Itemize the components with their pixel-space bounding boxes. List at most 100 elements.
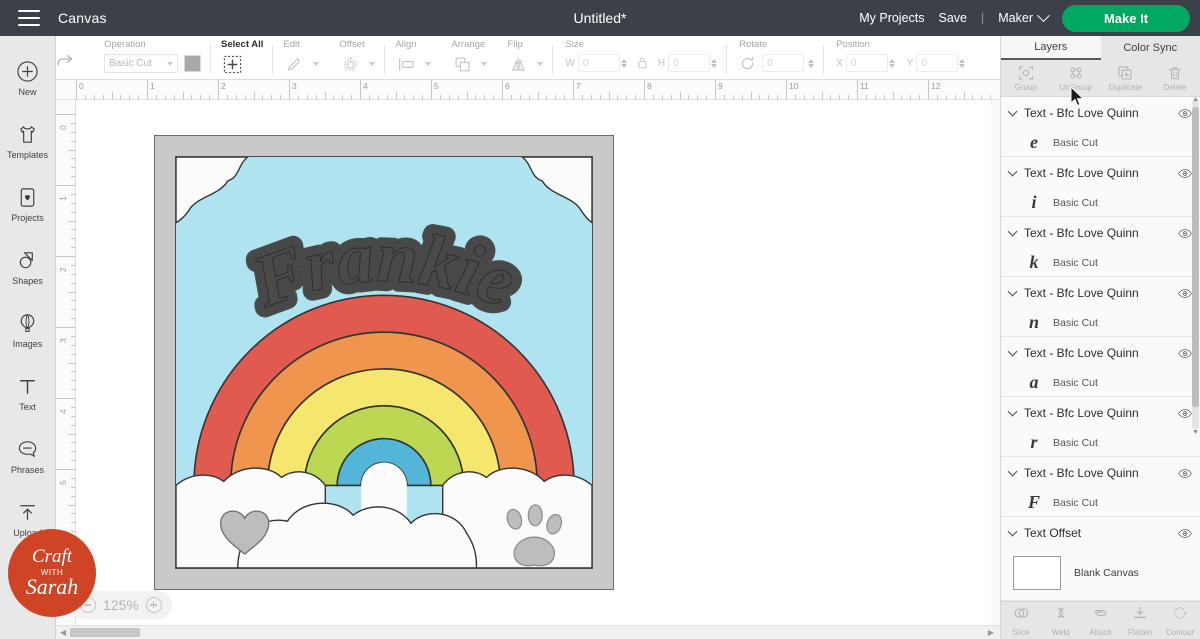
attach-button[interactable]: Attach bbox=[1081, 602, 1121, 639]
layer-row[interactable]: Text Offset bbox=[1001, 517, 1200, 545]
chevron-down-icon[interactable] bbox=[369, 62, 375, 66]
edit-button[interactable] bbox=[283, 54, 305, 74]
tab-color-sync[interactable]: Color Sync bbox=[1101, 36, 1200, 60]
arrange-button[interactable] bbox=[451, 54, 473, 74]
layer-group[interactable]: Text - Bfc Love QuinnFBasic Cut bbox=[1001, 457, 1200, 517]
layer-child-row[interactable]: rBasic Cut bbox=[1001, 429, 1200, 456]
layer-child-row[interactable]: kBasic Cut bbox=[1001, 249, 1200, 276]
visibility-eye-icon[interactable] bbox=[1178, 528, 1192, 539]
layer-group[interactable]: Text - Bfc Love QuinnnBasic Cut bbox=[1001, 277, 1200, 337]
scrollbar-thumb[interactable] bbox=[70, 628, 140, 637]
visibility-eye-icon[interactable] bbox=[1178, 228, 1192, 239]
size-width-stepper[interactable] bbox=[621, 59, 627, 68]
visibility-eye-icon[interactable] bbox=[1178, 168, 1192, 179]
machine-selector[interactable]: Maker bbox=[998, 11, 1048, 25]
hamburger-icon[interactable] bbox=[18, 10, 40, 26]
chevron-down-icon[interactable] bbox=[1008, 467, 1018, 477]
chevron-down-icon[interactable] bbox=[1008, 227, 1018, 237]
size-height-input[interactable]: 0 bbox=[668, 54, 710, 72]
position-x-input[interactable]: 0 bbox=[846, 54, 888, 72]
blank-canvas-row[interactable]: Blank Canvas bbox=[1001, 545, 1200, 601]
sidebar-item-images[interactable]: Images bbox=[0, 298, 56, 361]
layer-row[interactable]: Text - Bfc Love Quinn bbox=[1001, 157, 1200, 189]
chevron-down-icon[interactable] bbox=[1008, 407, 1018, 417]
layer-child-row[interactable]: iBasic Cut bbox=[1001, 189, 1200, 216]
chevron-down-icon[interactable] bbox=[1008, 107, 1018, 117]
scroll-left-arrow[interactable]: ◀ bbox=[60, 628, 66, 637]
chevron-down-icon[interactable] bbox=[1008, 527, 1018, 537]
position-x-field[interactable]: X 0 bbox=[836, 54, 895, 72]
layer-row[interactable]: Text - Bfc Love Quinn bbox=[1001, 217, 1200, 249]
align-button[interactable] bbox=[395, 54, 417, 74]
size-height-field[interactable]: H 0 bbox=[658, 54, 717, 72]
layer-group[interactable]: Text - Bfc Love QuinneBasic Cut bbox=[1001, 97, 1200, 157]
layer-row[interactable]: Text - Bfc Love Quinn bbox=[1001, 457, 1200, 489]
canvas-area[interactable]: 0123456789101112 0123456 bbox=[56, 80, 1000, 639]
layer-group[interactable]: Text - Bfc Love QuinnrBasic Cut bbox=[1001, 397, 1200, 457]
position-y-field[interactable]: Y 0 bbox=[907, 54, 966, 72]
flip-button[interactable] bbox=[507, 54, 529, 74]
chevron-down-icon[interactable] bbox=[1008, 347, 1018, 357]
layer-child-row[interactable]: eBasic Cut bbox=[1001, 129, 1200, 156]
layers-list[interactable]: Text - Bfc Love QuinneBasic CutText - Bf… bbox=[1001, 97, 1200, 545]
tab-layers[interactable]: Layers bbox=[1001, 36, 1101, 60]
chevron-down-icon[interactable] bbox=[537, 62, 543, 66]
ungroup-button[interactable]: UnGroup bbox=[1051, 60, 1101, 96]
rotate-icon[interactable] bbox=[739, 55, 756, 72]
position-x-stepper[interactable] bbox=[889, 59, 895, 68]
duplicate-button[interactable]: Duplicate bbox=[1101, 60, 1151, 96]
select-all-button[interactable] bbox=[221, 54, 243, 74]
scroll-down-caret[interactable]: ▼ bbox=[1192, 429, 1199, 436]
artboard[interactable]: Frankie Frankie Frankie bbox=[76, 100, 1000, 639]
group-button[interactable]: Group bbox=[1001, 60, 1051, 96]
scroll-up-caret[interactable]: ▲ bbox=[1192, 97, 1199, 103]
operation-select[interactable]: Basic Cut bbox=[104, 54, 178, 73]
rotate-stepper[interactable] bbox=[808, 59, 814, 68]
chevron-down-icon[interactable] bbox=[425, 62, 431, 66]
layer-row[interactable]: Text - Bfc Love Quinn bbox=[1001, 97, 1200, 129]
layer-group[interactable]: Text Offset~Basic Cut bbox=[1001, 517, 1200, 545]
chevron-down-icon[interactable] bbox=[481, 62, 487, 66]
redo-icon[interactable] bbox=[54, 49, 74, 69]
save-button[interactable]: Save bbox=[939, 11, 968, 25]
layer-group[interactable]: Text - Bfc Love QuinnkBasic Cut bbox=[1001, 217, 1200, 277]
offset-button[interactable] bbox=[339, 54, 361, 74]
sidebar-item-text[interactable]: Text bbox=[0, 361, 56, 424]
my-projects-link[interactable]: My Projects bbox=[859, 11, 924, 25]
make-it-button[interactable]: Make It bbox=[1062, 5, 1190, 32]
rotate-input[interactable]: 0 bbox=[762, 54, 804, 72]
position-y-stepper[interactable] bbox=[959, 59, 965, 68]
chevron-down-icon[interactable] bbox=[1008, 287, 1018, 297]
position-y-input[interactable]: 0 bbox=[916, 54, 958, 72]
visibility-eye-icon[interactable] bbox=[1178, 408, 1192, 419]
canvas-horizontal-scrollbar[interactable]: ◀ ▶ bbox=[56, 625, 1000, 639]
visibility-eye-icon[interactable] bbox=[1178, 348, 1192, 359]
zoom-in-button[interactable] bbox=[146, 597, 162, 613]
layer-child-row[interactable]: FBasic Cut bbox=[1001, 489, 1200, 516]
layer-group[interactable]: Text - Bfc Love QuinniBasic Cut bbox=[1001, 157, 1200, 217]
size-height-stepper[interactable] bbox=[711, 59, 717, 68]
scroll-right-arrow[interactable]: ▶ bbox=[988, 628, 994, 637]
layer-row[interactable]: Text - Bfc Love Quinn bbox=[1001, 337, 1200, 369]
layer-row[interactable]: Text - Bfc Love Quinn bbox=[1001, 397, 1200, 429]
size-width-field[interactable]: W 0 bbox=[565, 54, 626, 72]
weld-button[interactable]: Weld bbox=[1041, 602, 1081, 639]
sidebar-item-new[interactable]: New bbox=[0, 46, 56, 109]
sidebar-item-projects[interactable]: Projects bbox=[0, 172, 56, 235]
sidebar-item-shapes[interactable]: Shapes bbox=[0, 235, 56, 298]
chevron-down-icon[interactable] bbox=[313, 62, 319, 66]
visibility-eye-icon[interactable] bbox=[1178, 468, 1192, 479]
operation-color-swatch[interactable] bbox=[184, 55, 201, 72]
design-artwork[interactable]: Frankie Frankie Frankie bbox=[154, 135, 614, 590]
layers-scrollbar-thumb[interactable] bbox=[1192, 107, 1199, 407]
blank-canvas-swatch[interactable] bbox=[1013, 556, 1061, 590]
visibility-eye-icon[interactable] bbox=[1178, 108, 1192, 119]
canvas-vertical-scrollbar[interactable] bbox=[991, 100, 1000, 625]
chevron-down-icon[interactable] bbox=[1008, 167, 1018, 177]
layer-group[interactable]: Text - Bfc Love QuinnaBasic Cut bbox=[1001, 337, 1200, 397]
sidebar-item-phrases[interactable]: Phrases bbox=[0, 424, 56, 487]
contour-button[interactable]: Contour bbox=[1160, 602, 1200, 639]
layer-row[interactable]: Text - Bfc Love Quinn bbox=[1001, 277, 1200, 309]
sidebar-item-templates[interactable]: Templates bbox=[0, 109, 56, 172]
visibility-eye-icon[interactable] bbox=[1178, 288, 1192, 299]
